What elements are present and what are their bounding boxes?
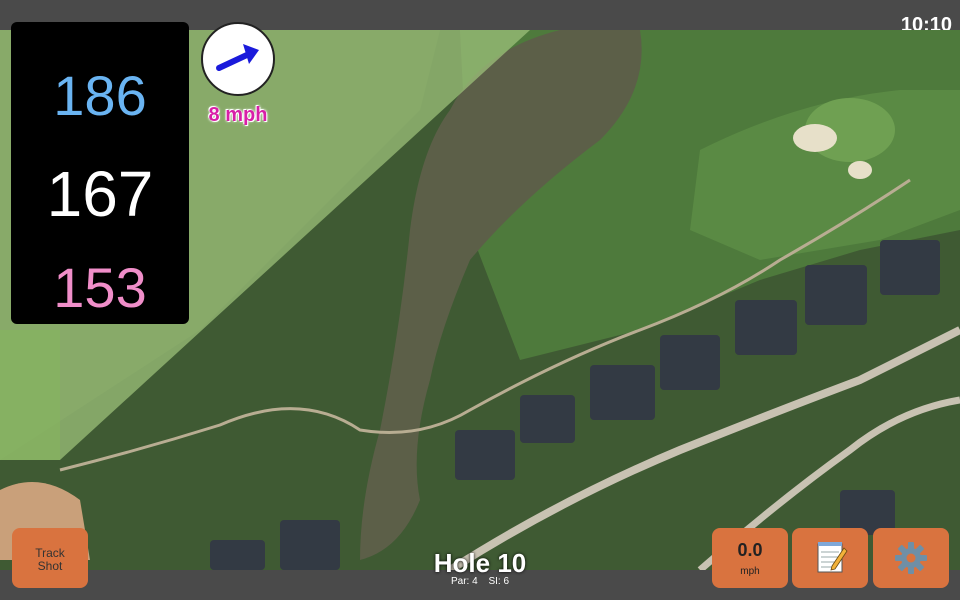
wind-direction-dial	[201, 22, 275, 96]
track-shot-button[interactable]: Track Shot	[12, 528, 88, 588]
wind-adjust-button[interactable]: 0.0 mph	[712, 528, 788, 588]
notepad-icon	[817, 542, 848, 573]
settings-button[interactable]	[873, 528, 949, 588]
gear-icon	[895, 542, 927, 574]
wind-speed-label: 8 mph	[208, 104, 268, 126]
arrow-right-icon	[216, 44, 259, 71]
wind-unit: mph	[740, 566, 760, 577]
middle-distance: 167	[46, 158, 154, 230]
hole-info: Par: 4 SI: 6	[380, 576, 580, 587]
track-shot-label-line2: Shot	[37, 559, 63, 573]
front-distance: 153	[53, 256, 147, 319]
back-distance: 186	[53, 64, 147, 127]
track-shot-label-line1: Track	[35, 546, 65, 560]
notes-button[interactable]	[792, 528, 868, 588]
wind-value: 0.0	[737, 540, 763, 560]
distance-panel: 186 167 153	[11, 22, 189, 324]
stroke-index-label: SI: 6	[488, 576, 510, 587]
par-label: Par: 4	[450, 576, 478, 587]
hole-title: Hole 10	[433, 548, 527, 578]
